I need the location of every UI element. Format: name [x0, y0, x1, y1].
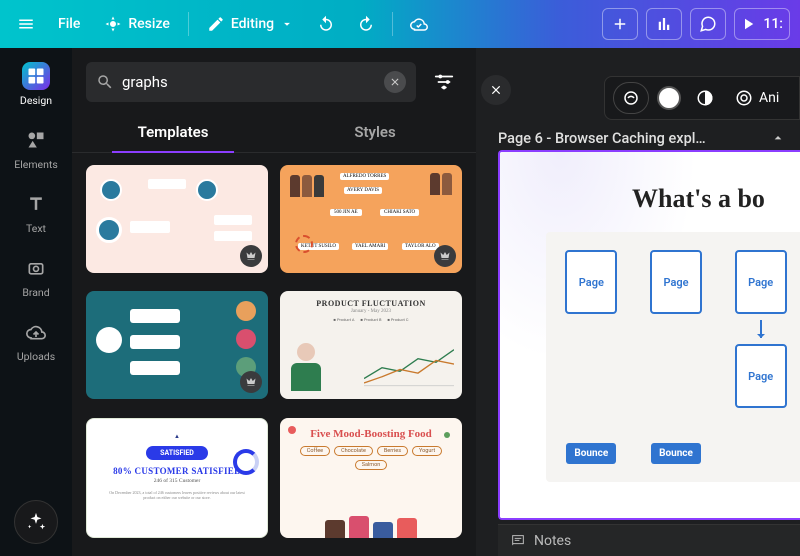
- template-grid: ALFREDO TORRES AVERY DAVIS 500 JIN AE CH…: [72, 153, 476, 556]
- template-card[interactable]: Five Mood-Boosting Food Coffee Chocolate…: [280, 418, 462, 538]
- pro-badge-icon: [240, 245, 262, 267]
- nav-uploads-label: Uploads: [17, 350, 55, 363]
- canvas-page[interactable]: What's a bo Page Bounce Page Bounce Page…: [498, 150, 800, 520]
- thumb-fine: On December 2023, a total of 246 custome…: [97, 490, 257, 500]
- notes-bar[interactable]: Notes: [498, 524, 800, 556]
- cloud-sync-icon[interactable]: [401, 6, 437, 42]
- nav-text-label: Text: [26, 222, 46, 235]
- present-button[interactable]: 11:: [734, 8, 790, 40]
- notes-icon: [510, 533, 526, 549]
- editing-mode[interactable]: Editing: [197, 6, 304, 42]
- template-card[interactable]: PRODUCT FLUCTUATION January - May 2023 ■…: [280, 291, 462, 399]
- clear-search-button[interactable]: [384, 71, 406, 93]
- chip: Yogurt: [412, 446, 442, 456]
- template-card[interactable]: [86, 291, 268, 399]
- context-toolbar: Ani: [604, 76, 800, 120]
- tab-styles[interactable]: Styles: [274, 112, 476, 152]
- search-icon: [96, 73, 114, 91]
- resize-label: Resize: [128, 16, 170, 32]
- page-box: Page: [565, 250, 617, 314]
- page-box: Page: [650, 250, 702, 314]
- nav-brand[interactable]: Brand: [4, 248, 68, 304]
- nav-elements-label: Elements: [14, 158, 58, 171]
- editing-label: Editing: [231, 16, 274, 32]
- nav-uploads[interactable]: Uploads: [4, 312, 68, 368]
- chip: Berries: [377, 446, 408, 456]
- color-swatch[interactable]: [657, 86, 681, 110]
- page-label-row: Page 6 - Browser Caching expl…: [498, 126, 790, 150]
- close-panel-button[interactable]: [481, 75, 511, 105]
- thumb-badge: SATISFIED: [146, 446, 208, 460]
- nav-text[interactable]: Text: [4, 184, 68, 240]
- timer-label: 11:: [763, 16, 783, 32]
- nav-brand-label: Brand: [22, 286, 49, 299]
- page-box: Page: [735, 250, 787, 314]
- chip: Chocolate: [334, 446, 373, 456]
- thumb-headline: 80% CUSTOMER SATISFIED: [97, 466, 257, 476]
- left-nav: Design Elements Text Brand Uploads: [0, 48, 72, 556]
- animate-label: Ani: [759, 90, 779, 106]
- file-menu[interactable]: File: [48, 6, 90, 42]
- design-panel: Templates Styles: [72, 48, 476, 556]
- template-card[interactable]: ▲ SATISFIED 80% CUSTOMER SATISFIED 246 o…: [86, 418, 268, 538]
- thumb-label: CHIAKI SATO: [380, 209, 419, 216]
- pro-badge-icon: [434, 245, 456, 267]
- template-card[interactable]: [86, 165, 268, 273]
- bounce-label: Bounce: [566, 443, 616, 464]
- redo-button[interactable]: [348, 6, 384, 42]
- magic-button[interactable]: [14, 500, 58, 544]
- thumb-label: TAYLOR ALO: [402, 243, 439, 250]
- edit-shape-button[interactable]: [613, 82, 649, 114]
- menu-button[interactable]: [8, 6, 44, 42]
- thumb-label: YAEL AMARI: [352, 243, 388, 250]
- page-box: Page: [735, 344, 787, 408]
- search-input[interactable]: [122, 73, 376, 91]
- animate-button[interactable]: Ani: [729, 89, 785, 107]
- nav-design-label: Design: [20, 94, 52, 107]
- nav-design[interactable]: Design: [4, 56, 68, 112]
- top-toolbar: File Resize Editing 11:: [0, 0, 800, 48]
- thumb-label: 500 JIN AE: [330, 209, 362, 216]
- thumb-label: AVERY DAVIS: [344, 187, 382, 194]
- chip: Coffee: [300, 446, 330, 456]
- arrow-icon: [760, 320, 762, 338]
- undo-button[interactable]: [308, 6, 344, 42]
- chip: Salmon: [355, 460, 388, 470]
- filter-button[interactable]: [426, 64, 462, 100]
- page-label: Page 6 - Browser Caching expl…: [498, 130, 706, 147]
- thumb-title: PRODUCT FLUCTUATION: [288, 299, 454, 308]
- thumb-title: Five Mood-Boosting Food: [290, 428, 452, 440]
- search-box[interactable]: [86, 62, 416, 102]
- panel-tabs: Templates Styles: [72, 112, 476, 153]
- comment-button[interactable]: [690, 8, 726, 40]
- resize-button[interactable]: Resize: [94, 6, 180, 42]
- thumb-label: ALFREDO TORRES: [340, 173, 389, 180]
- thumb-subtitle: January - May 2023: [288, 309, 454, 314]
- add-button[interactable]: [602, 8, 638, 40]
- template-card[interactable]: ALFREDO TORRES AVERY DAVIS 500 JIN AE CH…: [280, 165, 462, 273]
- canvas-area: Ani Page 6 - Browser Caching expl… What'…: [476, 48, 800, 556]
- collapse-page-button[interactable]: [766, 126, 790, 150]
- divider: [188, 12, 189, 36]
- divider: [392, 12, 393, 36]
- notes-label: Notes: [534, 533, 571, 549]
- tab-templates[interactable]: Templates: [72, 112, 274, 152]
- diagram: Page Bounce Page Bounce Page Page: [546, 232, 800, 482]
- nav-elements[interactable]: Elements: [4, 120, 68, 176]
- slide-title: What's a bo: [632, 184, 765, 214]
- transparency-button[interactable]: [689, 82, 721, 114]
- thumb-sub: 246 of 315 Customer: [97, 478, 257, 484]
- analytics-button[interactable]: [646, 8, 682, 40]
- bounce-label: Bounce: [651, 443, 701, 464]
